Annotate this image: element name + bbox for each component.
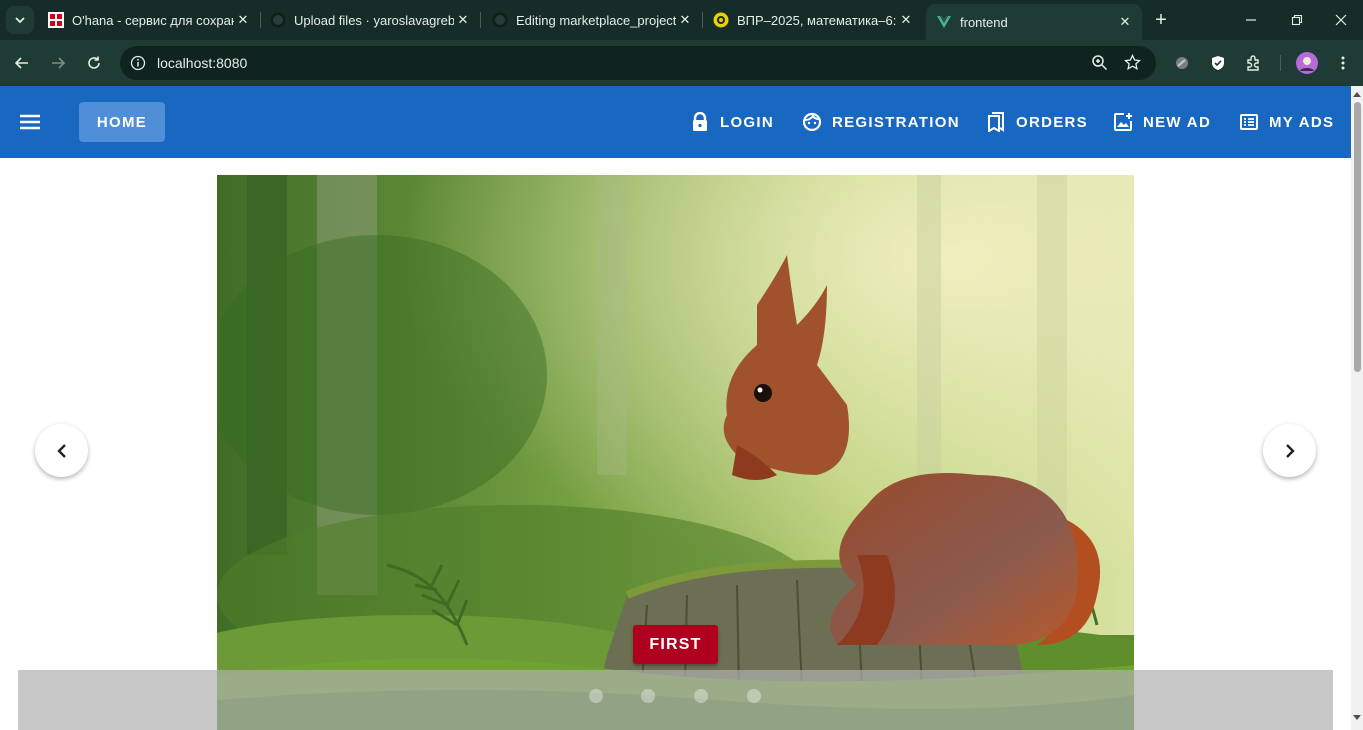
orders-link[interactable]: ORDERS — [986, 102, 1088, 142]
browser-tabstrip: O'hana - сервис для сохран ✕ Upload file… — [0, 0, 1363, 40]
puzzle-icon — [1247, 55, 1259, 71]
extensions-button[interactable] — [1242, 51, 1266, 75]
extension-icon — [1176, 57, 1188, 69]
ads-carousel: FIRST — [0, 158, 1351, 730]
github-icon — [270, 12, 286, 28]
home-button[interactable]: HOME — [79, 102, 165, 142]
browser-tab-upload[interactable]: Upload files · yaroslavagrebe ✕ — [260, 0, 480, 40]
tab-title: ВПР–2025, математика–6: з — [737, 12, 897, 28]
restore-icon — [1291, 14, 1303, 26]
new-tab-button[interactable]: + — [1150, 9, 1172, 31]
login-link[interactable]: LOGIN — [690, 102, 774, 142]
bookmarks-icon — [986, 112, 1006, 132]
my-ads-label: MY ADS — [1269, 113, 1335, 131]
registration-label: REGISTRATION — [832, 113, 960, 131]
address-bar[interactable]: localhost:8080 — [120, 46, 1156, 80]
chevron-left-icon — [56, 443, 66, 458]
slide-action-button[interactable]: FIRST — [633, 625, 718, 664]
carousel-dot-4[interactable] — [747, 689, 761, 703]
chevron-right-icon — [1285, 443, 1295, 458]
carousel-dot-1[interactable] — [589, 689, 603, 703]
avatar — [1296, 52, 1318, 74]
star-icon — [1123, 53, 1141, 70]
carousel-controls-background — [18, 670, 1333, 730]
toolbar-separator — [1280, 55, 1281, 71]
arrow-left-icon — [14, 57, 28, 69]
shield-icon — [1212, 56, 1224, 70]
github-icon — [492, 12, 508, 28]
login-label: LOGIN — [720, 113, 774, 131]
tab-title: Upload files · yaroslavagrebe — [294, 12, 454, 28]
close-icon[interactable]: ✕ — [1116, 13, 1134, 31]
close-icon[interactable]: ✕ — [676, 11, 694, 29]
vue-icon — [936, 14, 952, 30]
lock-icon — [690, 112, 710, 132]
add-photo-icon — [1113, 112, 1133, 132]
nav-drawer-button[interactable] — [18, 110, 42, 134]
browser-tab-vpr[interactable]: ВПР–2025, математика–6: з ✕ — [703, 0, 923, 40]
more-vert-icon — [1341, 56, 1345, 70]
reload-icon — [88, 56, 100, 69]
browser-toolbar: localhost:8080 — [0, 40, 1363, 86]
menu-icon — [20, 114, 40, 130]
my-ads-link[interactable]: MY ADS — [1239, 102, 1334, 142]
close-icon[interactable]: ✕ — [454, 11, 472, 29]
carousel-dot-2[interactable] — [641, 689, 655, 703]
url-text: localhost:8080 — [157, 55, 248, 71]
tab-title: O'hana - сервис для сохран — [72, 12, 234, 28]
tab-title: frontend — [960, 14, 1008, 30]
chevron-down-icon — [15, 17, 25, 24]
zoom-icon — [1091, 54, 1107, 70]
browser-tab-editing[interactable]: Editing marketplace_project ✕ — [482, 0, 702, 40]
browser-tab-frontend[interactable]: frontend ✕ — [926, 4, 1142, 40]
forward-button[interactable] — [45, 50, 71, 76]
list-alt-icon — [1239, 112, 1259, 132]
reload-button[interactable] — [81, 50, 107, 76]
vpr-icon — [713, 12, 729, 28]
tab-separator — [480, 12, 481, 28]
extension-2-button[interactable] — [1206, 51, 1230, 75]
back-button[interactable] — [9, 50, 35, 76]
profile-button[interactable] — [1295, 51, 1319, 75]
minimize-icon — [1246, 19, 1256, 21]
scrollbar-thumb[interactable] — [1354, 102, 1361, 372]
ohana-logo-icon — [48, 12, 64, 28]
browser-menu-button[interactable] — [1331, 51, 1355, 75]
carousel-dot-3[interactable] — [694, 689, 708, 703]
tab-title: Editing marketplace_project — [516, 12, 676, 28]
registration-link[interactable]: REGISTRATION — [802, 102, 960, 142]
close-window-button[interactable] — [1318, 0, 1363, 40]
orders-label: ORDERS — [1016, 113, 1088, 131]
scroll-up-arrow-icon[interactable] — [1353, 90, 1361, 98]
close-icon[interactable]: ✕ — [234, 11, 252, 29]
restore-button[interactable] — [1274, 0, 1320, 40]
bookmark-button[interactable] — [1121, 51, 1143, 73]
scroll-down-arrow-icon[interactable] — [1353, 714, 1361, 722]
carousel-next-button[interactable] — [1263, 424, 1316, 477]
arrow-right-icon — [52, 57, 66, 69]
extension-1-button[interactable] — [1170, 51, 1194, 75]
new-ad-label: NEW AD — [1143, 113, 1212, 131]
zoom-button[interactable] — [1088, 51, 1110, 73]
carousel-prev-button[interactable] — [35, 424, 88, 477]
face-icon — [802, 112, 822, 132]
site-info-icon[interactable] — [128, 53, 148, 73]
minimize-button[interactable] — [1228, 0, 1274, 40]
new-ad-link[interactable]: NEW AD — [1113, 102, 1211, 142]
app-bar: HOME LOGIN REGISTRATION ORDERS NEW AD MY… — [0, 86, 1351, 158]
page-scrollbar[interactable] — [1351, 86, 1363, 730]
close-icon[interactable]: ✕ — [897, 11, 915, 29]
browser-tab-ohana[interactable]: O'hana - сервис для сохран ✕ — [38, 0, 260, 40]
tab-search-button[interactable] — [6, 6, 34, 34]
close-icon — [1335, 14, 1347, 26]
